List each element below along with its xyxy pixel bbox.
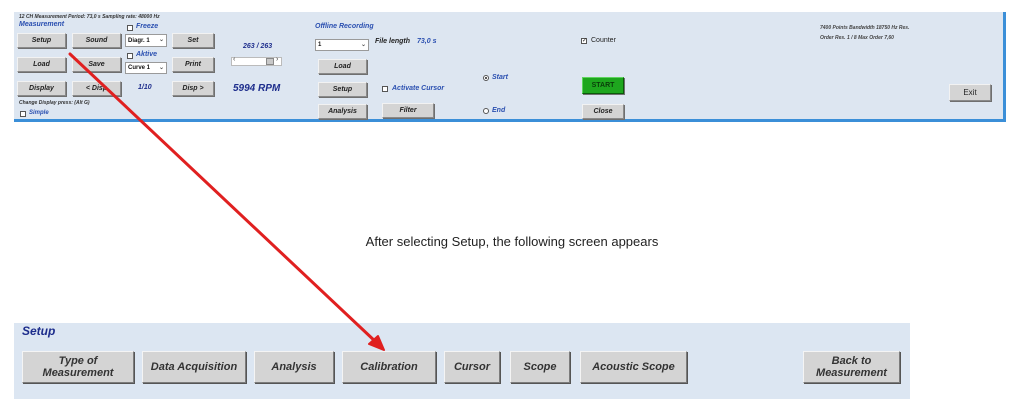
measurement-label: Measurement — [19, 21, 65, 28]
activate-cursor-checkbox[interactable] — [382, 86, 388, 92]
diagram-select-value: Diagr. 1 — [128, 37, 150, 44]
file-length-value: 73,0 s — [417, 38, 437, 45]
start-radio[interactable] — [483, 75, 489, 81]
offline-recording-title: Offline Recording — [315, 23, 374, 30]
chevron-right-icon[interactable]: › — [276, 56, 278, 63]
back-label-line2: Measurement — [816, 367, 887, 379]
status-line: 12 CH Measurement Period: 73,0 s Samplin… — [19, 14, 160, 20]
info-line-2: Order Res. 1 / 8 Max Order 7,60 — [820, 35, 894, 41]
back-to-measurement-button[interactable]: Back to Measurement — [803, 351, 900, 383]
type-of-measurement-button[interactable]: Type of Measurement — [22, 351, 134, 383]
rpm-value: 5994 RPM — [233, 83, 281, 94]
offline-channel-value: 1 — [318, 42, 322, 48]
curve-select[interactable]: Curve 1 ⌄ — [125, 62, 167, 74]
start-radio-label: Start — [492, 74, 508, 81]
filter-button[interactable]: Filter — [382, 103, 434, 118]
scope-button[interactable]: Scope — [510, 351, 570, 383]
calibration-button[interactable]: Calibration — [342, 351, 436, 383]
freeze-checkbox[interactable] — [127, 25, 133, 31]
start-button[interactable]: START — [582, 77, 624, 94]
acoustic-scope-button[interactable]: Acoustic Scope — [580, 351, 687, 383]
analysis-button[interactable]: Analysis — [318, 104, 367, 119]
simple-checkbox[interactable] — [20, 111, 26, 117]
diagram-select[interactable]: Diagr. 1 ⌄ — [125, 34, 167, 47]
offline-load-button[interactable]: Load — [318, 59, 367, 74]
page-counter: 1/10 — [138, 84, 152, 91]
chevron-left-icon[interactable]: ‹ — [233, 56, 235, 63]
offline-channel-select[interactable]: 1 ⌄ — [315, 39, 369, 51]
print-button[interactable]: Print — [172, 57, 214, 72]
end-radio-label: End — [492, 107, 506, 114]
info-line-1: 7400 Points Bandwidth 18750 Hz Res. — [820, 25, 910, 31]
setup-title: Setup — [22, 324, 56, 338]
data-acquisition-button[interactable]: Data Acquisition — [142, 351, 246, 383]
back-label-line1: Back to — [831, 355, 872, 367]
end-radio[interactable] — [483, 108, 489, 114]
chevron-down-icon: ⌄ — [158, 37, 164, 43]
sound-button[interactable]: Sound — [72, 33, 121, 48]
caption-text: After selecting Setup, the following scr… — [365, 234, 659, 249]
setup-button[interactable]: Setup — [17, 33, 66, 48]
curve-select-value: Curve 1 — [128, 65, 151, 71]
load-button[interactable]: Load — [17, 57, 66, 72]
activate-cursor-label: Activate Cursor — [392, 85, 445, 92]
analysis-setup-button[interactable]: Analysis — [254, 351, 334, 383]
frame-counter: 263 / 263 — [243, 43, 273, 50]
aktive-checkbox[interactable] — [127, 53, 133, 59]
save-button[interactable]: Save — [72, 57, 121, 72]
aktive-label: Aktive — [136, 51, 158, 58]
display-button[interactable]: Display — [17, 81, 66, 96]
frame-slider-thumb[interactable] — [266, 58, 274, 65]
change-display-hint: Change Display press: (Alt G) — [19, 100, 90, 106]
exit-button[interactable]: Exit — [949, 84, 991, 101]
frame-slider[interactable] — [231, 57, 282, 66]
simple-label: Simple — [29, 110, 49, 116]
offline-setup-button[interactable]: Setup — [318, 82, 367, 97]
cursor-button[interactable]: Cursor — [444, 351, 500, 383]
set-button[interactable]: Set — [172, 33, 214, 48]
close-button[interactable]: Close — [582, 104, 624, 119]
counter-label: Counter — [591, 37, 616, 44]
chevron-down-icon: ⌄ — [360, 42, 366, 48]
freeze-label: Freeze — [136, 23, 159, 30]
file-length-label: File length — [375, 38, 410, 45]
disp-prev-button[interactable]: < Disp — [72, 81, 121, 96]
chevron-down-icon: ⌄ — [158, 65, 164, 71]
disp-next-button[interactable]: Disp > — [172, 81, 214, 96]
counter-checkbox[interactable]: ✓ — [581, 38, 587, 44]
